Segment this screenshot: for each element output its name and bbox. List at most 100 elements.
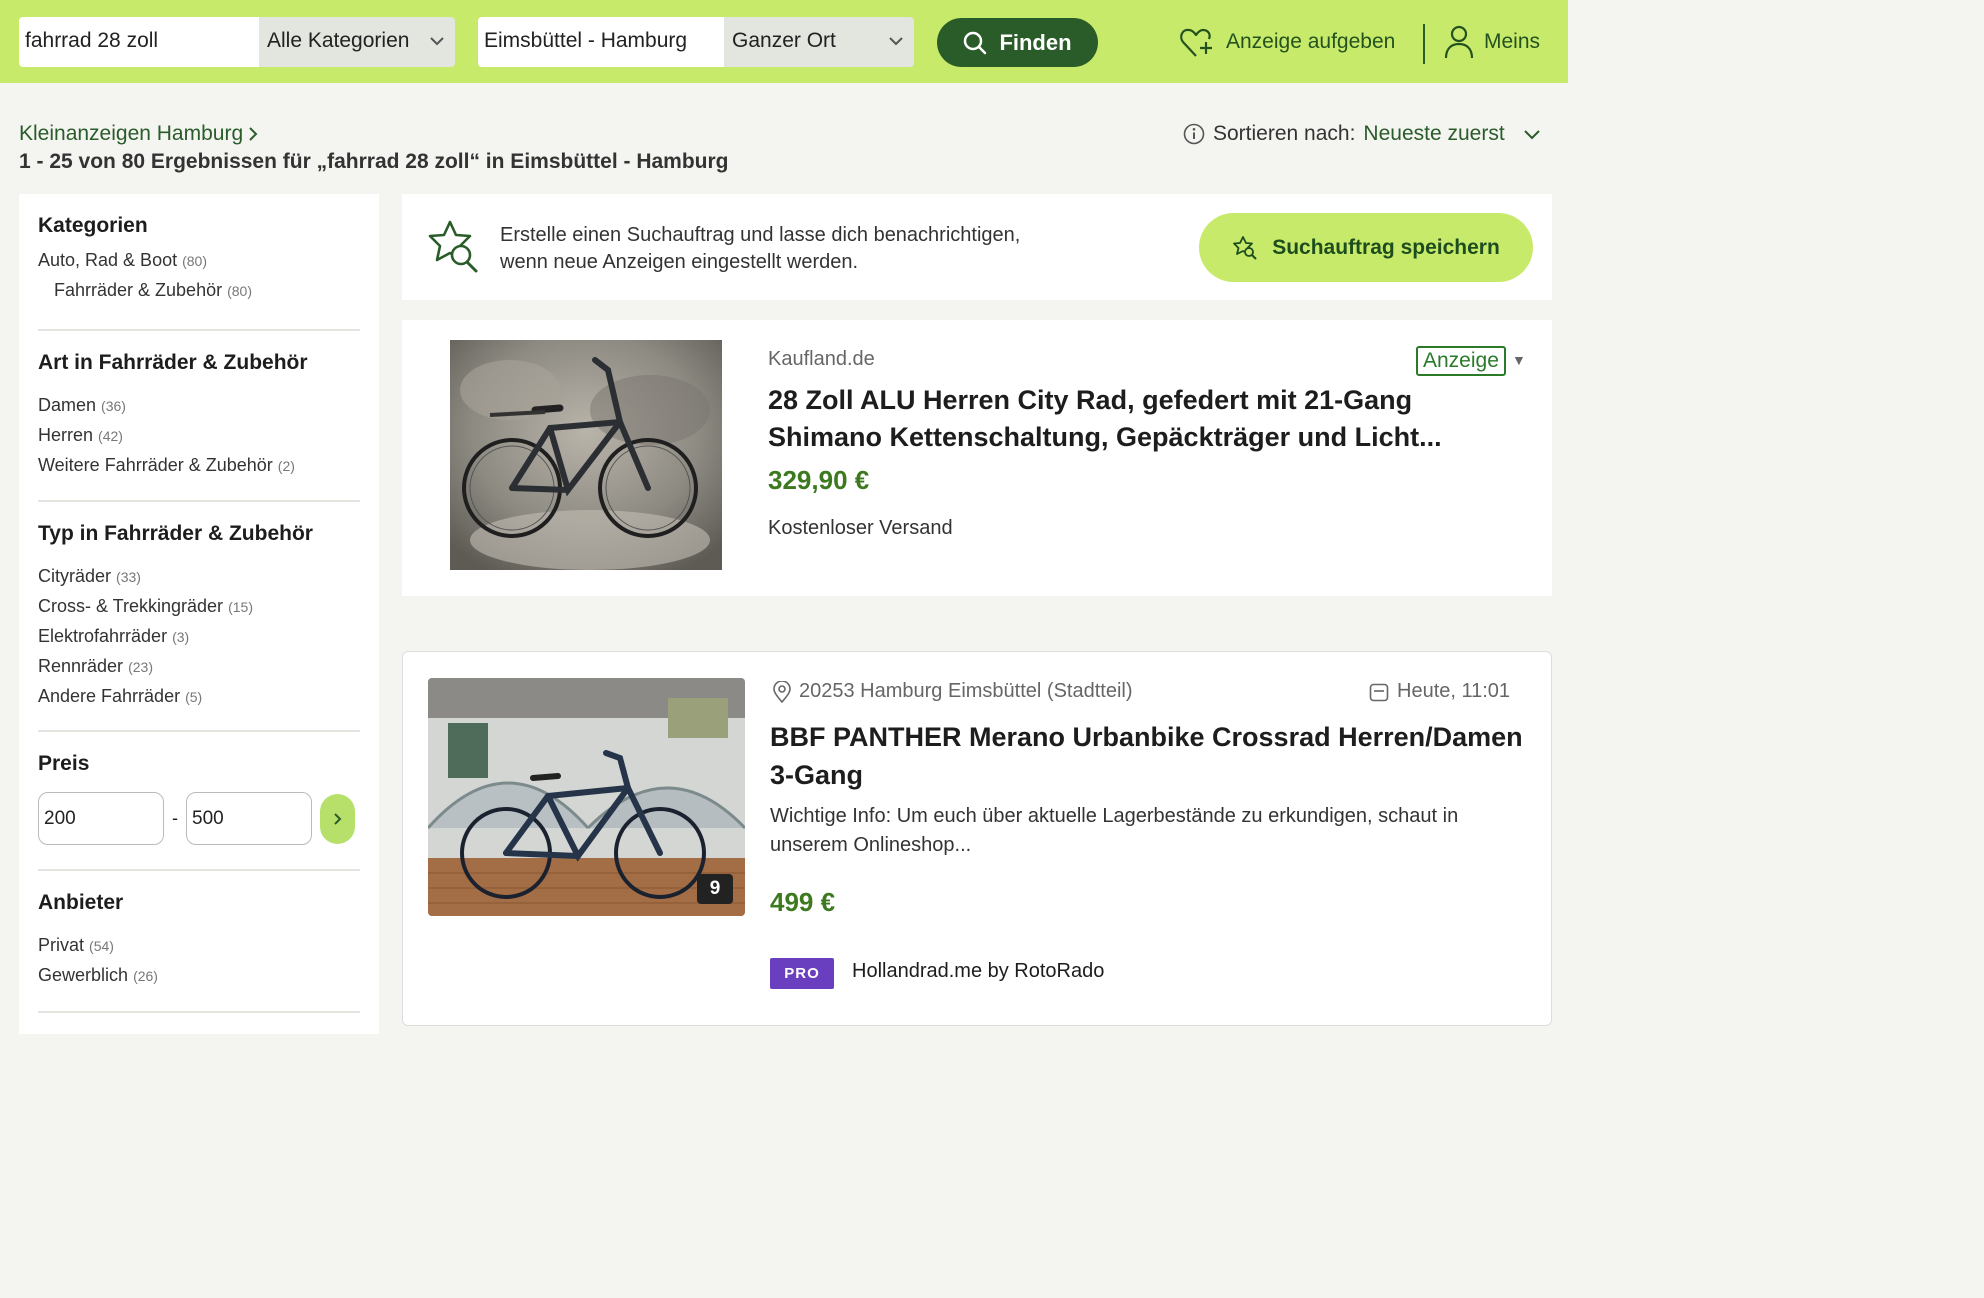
search-input[interactable]: fahrrad 28 zoll bbox=[19, 17, 259, 67]
filter-item-count: (54) bbox=[89, 938, 114, 954]
filter-section-categories: Kategorien Auto, Rad & Boot (80) Fahrräd… bbox=[38, 194, 360, 331]
filter-title: Kategorien bbox=[38, 214, 148, 237]
chevron-down-icon bbox=[1523, 130, 1540, 140]
listing-date-text: Heute, 11:01 bbox=[1397, 680, 1511, 702]
sort-control[interactable]: Sortieren nach: Neueste zuerst bbox=[1183, 122, 1541, 146]
account-button[interactable]: Meins bbox=[1444, 24, 1540, 60]
filter-item-count: (2) bbox=[277, 458, 295, 474]
listing-price: 499 € bbox=[770, 887, 836, 917]
filter-item[interactable]: Fahrräder & Zubehör (80) bbox=[38, 276, 360, 306]
chevron-right-icon bbox=[249, 127, 258, 141]
radius-select-value: Ganzer Ort bbox=[732, 29, 836, 52]
star-search-icon bbox=[428, 220, 478, 273]
category-select[interactable]: Alle Kategorien bbox=[259, 17, 455, 67]
user-icon bbox=[1444, 25, 1474, 59]
ad-price: 329,90 € bbox=[768, 465, 870, 495]
price-apply-button[interactable] bbox=[320, 793, 355, 844]
location-pin-icon bbox=[773, 680, 791, 703]
filter-item[interactable]: Cross- & Trekkingräder (15) bbox=[38, 592, 360, 622]
filter-item-count: (15) bbox=[228, 599, 253, 615]
listing-location-text: 20253 Hamburg Eimsbüttel (Stadtteil) bbox=[799, 680, 1133, 702]
filter-item-label: Cityräder bbox=[38, 566, 112, 586]
save-search-label: Suchauftrag speichern bbox=[1272, 235, 1500, 259]
filter-item-label: Herren bbox=[38, 425, 94, 445]
post-ad-button[interactable]: Anzeige aufgeben bbox=[1178, 24, 1395, 60]
chevron-right-icon bbox=[333, 812, 341, 825]
price-separator: - bbox=[172, 808, 178, 828]
filter-item-label: Fahrräder & Zubehör bbox=[54, 280, 223, 300]
filter-item-count: (26) bbox=[133, 968, 158, 984]
filter-item-count: (3) bbox=[172, 629, 190, 645]
info-icon bbox=[1183, 123, 1205, 145]
caret-down-icon[interactable]: ▼ bbox=[1512, 352, 1526, 368]
search-alert-text: Erstelle einen Suchauftrag und lasse dic… bbox=[500, 222, 1020, 276]
post-ad-label: Anzeige aufgeben bbox=[1226, 30, 1396, 53]
listing-image-bike[interactable]: 9 bbox=[428, 678, 745, 916]
listing-description: Wichtige Info: Um euch über aktuelle Lag… bbox=[770, 805, 1459, 856]
filter-item-count: (5) bbox=[185, 689, 203, 705]
price-min-input[interactable]: 200 bbox=[38, 792, 164, 845]
filter-item[interactable]: Gewerblich (26) bbox=[38, 961, 360, 991]
chevron-down-icon bbox=[889, 37, 903, 46]
filter-item[interactable]: Elektrofahrräder (3) bbox=[38, 622, 360, 652]
filter-item[interactable]: Weitere Fahrräder & Zubehör (2) bbox=[38, 451, 360, 481]
save-search-button[interactable]: Suchauftrag speichern bbox=[1199, 213, 1533, 282]
filter-item[interactable]: Auto, Rad & Boot (80) bbox=[38, 246, 360, 276]
filter-item[interactable]: Rennräder (23) bbox=[38, 652, 360, 682]
filter-sidebar: Kategorien Auto, Rad & Boot (80) Fahrräd… bbox=[19, 194, 379, 1034]
category-select-value: Alle Kategorien bbox=[267, 29, 410, 52]
filter-item-label: Cross- & Trekkingräder bbox=[38, 596, 224, 616]
price-range: 200 - 500 bbox=[38, 792, 360, 845]
heart-plus-icon bbox=[1180, 28, 1212, 57]
filter-title: Preis bbox=[38, 752, 90, 775]
find-button-label: Finden bbox=[999, 29, 1072, 55]
filter-section-typ: Typ in Fahrräder & Zubehör Cityräder (33… bbox=[38, 502, 360, 732]
filter-item-label: Rennräder bbox=[38, 656, 124, 676]
star-search-icon bbox=[1233, 235, 1257, 260]
search-alert-banner: Erstelle einen Suchauftrag und lasse dic… bbox=[402, 194, 1552, 300]
filter-item-count: (42) bbox=[98, 428, 123, 444]
filter-item[interactable]: Herren (42) bbox=[38, 421, 360, 451]
listing-title[interactable]: BBF PANTHER Merano Urbanbike Crossrad He… bbox=[770, 718, 1530, 794]
filter-item-count: (80) bbox=[182, 253, 208, 269]
filter-item-count: (80) bbox=[227, 283, 253, 299]
filter-item[interactable]: Damen (36) bbox=[38, 391, 360, 421]
filter-title: Typ in Fahrräder & Zubehör bbox=[38, 522, 313, 545]
filter-section-art: Art in Fahrräder & Zubehör Damen (36) He… bbox=[38, 331, 360, 502]
ad-shipping-info: Kostenloser Versand bbox=[768, 517, 953, 539]
sponsored-ad-card[interactable]: Kaufland.de Anzeige ▼ 28 Zoll ALU Herren… bbox=[402, 320, 1552, 596]
radius-select[interactable]: Ganzer Ort bbox=[724, 17, 914, 67]
pro-seller-name[interactable]: Hollandrad.me by RotoRado bbox=[852, 960, 1104, 983]
location-input[interactable]: Eimsbüttel - Hamburg bbox=[478, 17, 724, 67]
filter-item-label: Elektrofahrräder bbox=[38, 626, 168, 646]
filter-item-label: Weitere Fahrräder & Zubehör bbox=[38, 455, 273, 475]
filter-section-seller: Anbieter Privat (54) Gewerblich (26) bbox=[38, 871, 360, 1013]
filter-item-label: Damen bbox=[38, 395, 97, 415]
header-divider bbox=[1423, 24, 1425, 64]
listing-card[interactable]: 9 20253 Hamburg Eimsbüttel (Stadtteil) H… bbox=[402, 651, 1552, 1026]
pro-badge: PRO bbox=[770, 958, 834, 989]
filter-item-count: (23) bbox=[128, 659, 153, 675]
ad-seller-name: Kaufland.de bbox=[768, 348, 875, 370]
ad-title[interactable]: 28 Zoll ALU Herren City Rad, gefedert mi… bbox=[768, 382, 1528, 456]
filter-item[interactable]: Cityräder (33) bbox=[38, 562, 360, 592]
ad-image-bike[interactable] bbox=[450, 340, 722, 570]
filter-section-price: Preis 200 - 500 bbox=[38, 732, 360, 871]
breadcrumb-link[interactable]: Kleinanzeigen Hamburg bbox=[19, 122, 243, 146]
image-count-badge: 9 bbox=[697, 874, 733, 904]
price-max-input[interactable]: 500 bbox=[186, 792, 312, 845]
account-label: Meins bbox=[1484, 30, 1541, 53]
filter-title: Anbieter bbox=[38, 891, 124, 914]
filter-item[interactable]: Andere Fahrräder (5) bbox=[38, 682, 360, 712]
breadcrumb[interactable]: Kleinanzeigen Hamburg bbox=[19, 122, 259, 146]
filter-item-count: (33) bbox=[116, 569, 141, 585]
top-header: fahrrad 28 zoll Alle Kategorien Eimsbütt… bbox=[0, 0, 1568, 83]
sponsored-badge: Anzeige bbox=[1416, 346, 1506, 376]
sort-value[interactable]: Neueste zuerst bbox=[1363, 122, 1504, 146]
search-alert-line: wenn neue Anzeigen eingestellt werden. bbox=[500, 251, 859, 273]
search-alert-line: Erstelle einen Suchauftrag und lasse dic… bbox=[500, 224, 1021, 246]
find-button[interactable]: Finden bbox=[937, 18, 1098, 67]
listing-location: 20253 Hamburg Eimsbüttel (Stadtteil) bbox=[773, 680, 1133, 703]
filter-item[interactable]: Privat (54) bbox=[38, 931, 360, 961]
sort-label: Sortieren nach: bbox=[1213, 122, 1356, 145]
